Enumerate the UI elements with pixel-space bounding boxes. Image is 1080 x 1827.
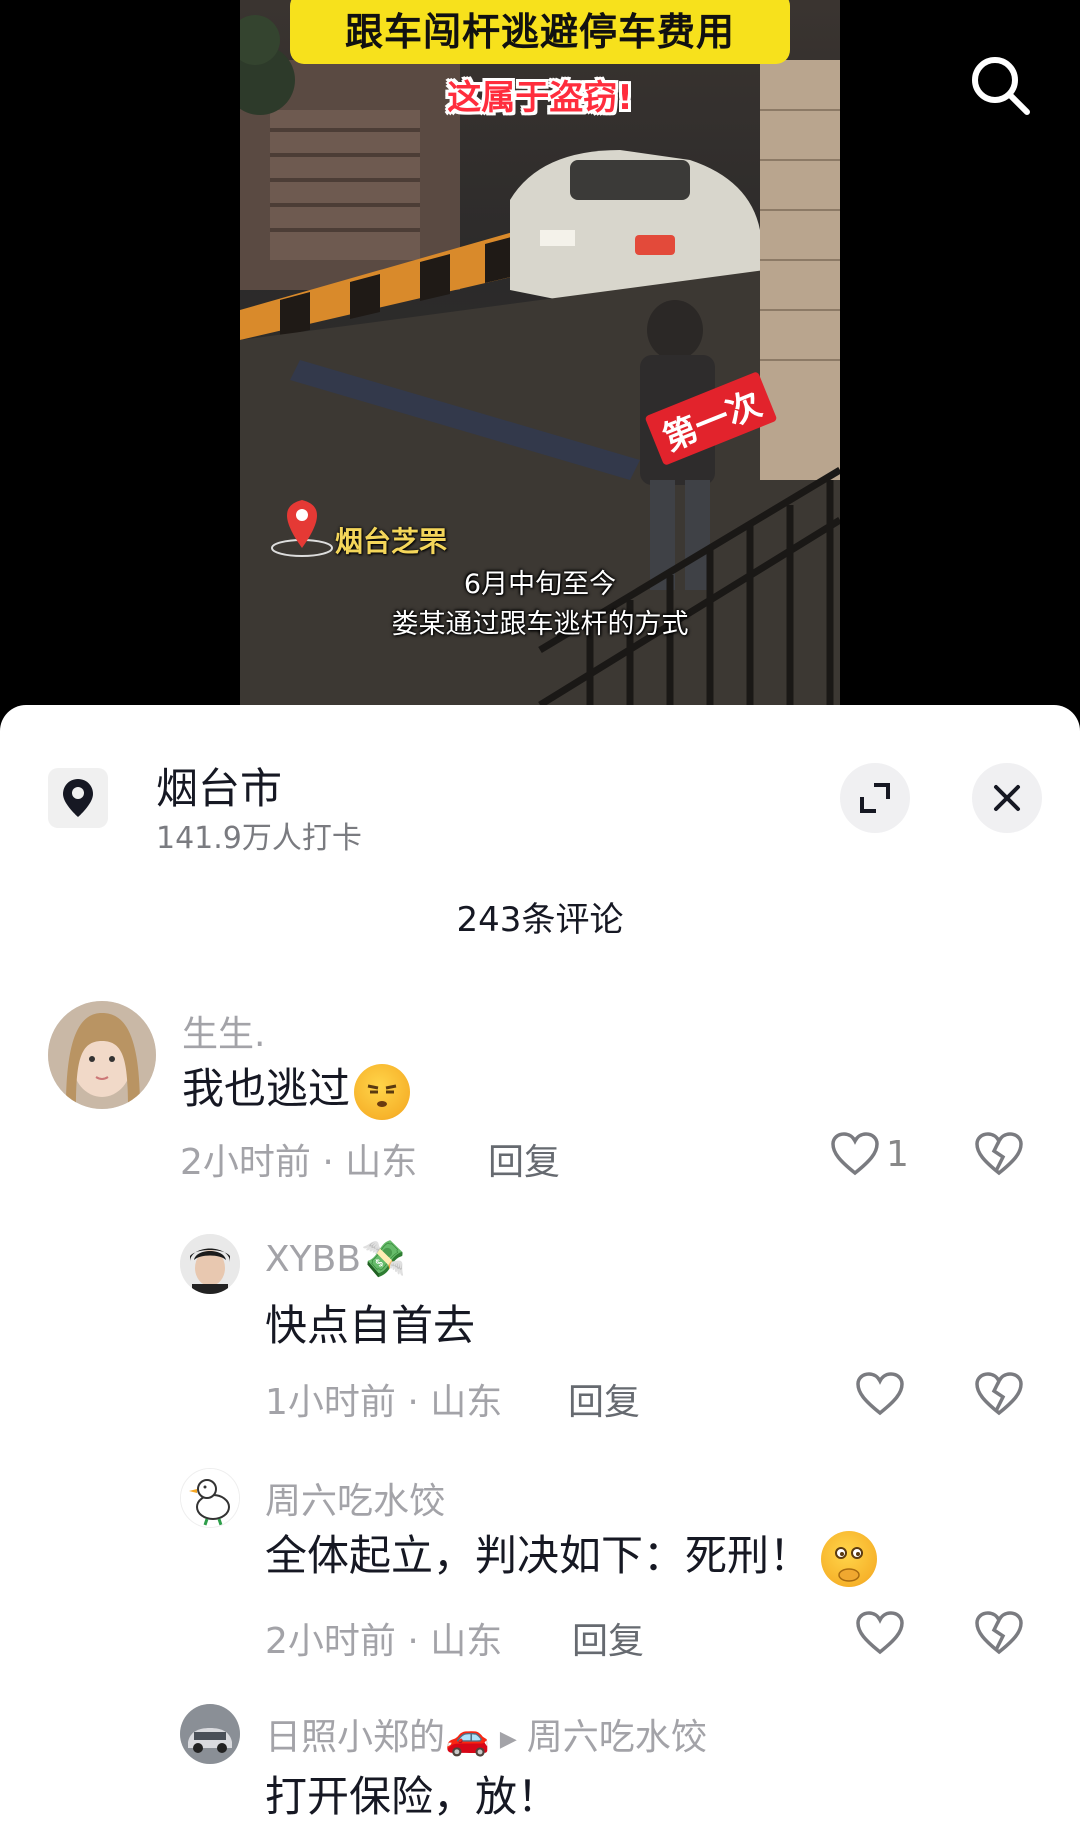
reply-button[interactable]: 回复 bbox=[488, 1133, 560, 1185]
reply-arrow-icon: ▶ bbox=[499, 1726, 517, 1752]
like-button[interactable] bbox=[855, 1371, 905, 1417]
comment-count: 243条评论 bbox=[456, 900, 624, 940]
reply-time: 2小时前 bbox=[265, 1621, 396, 1662]
location-checkins: 141.9万人打卡 bbox=[156, 821, 362, 856]
video-caption-line2: 娄某通过跟车逃杆的方式 bbox=[391, 609, 689, 640]
video-title-banner: 跟车闯杆逃避停车费用 bbox=[290, 0, 790, 64]
like-count: 1 bbox=[886, 1133, 909, 1175]
dislike-button[interactable] bbox=[974, 1371, 1024, 1421]
like-button[interactable] bbox=[855, 1610, 905, 1656]
avatar[interactable] bbox=[180, 1468, 240, 1528]
broken-heart-icon bbox=[975, 1372, 1023, 1416]
search-icon bbox=[972, 57, 1030, 115]
reply-username[interactable]: XYBB💸 bbox=[265, 1238, 406, 1280]
heart-icon bbox=[831, 1132, 879, 1176]
avatar[interactable] bbox=[180, 1234, 240, 1294]
reply-region: 山东 bbox=[430, 1382, 503, 1423]
close-button[interactable] bbox=[972, 763, 1042, 833]
reply-button[interactable]: 回复 bbox=[572, 1612, 644, 1664]
reply-to-username[interactable]: 周六吃水饺 bbox=[527, 1717, 707, 1758]
location-header[interactable]: 烟台市 141.9万人打卡 bbox=[48, 755, 1042, 865]
video-location-tag: 烟台芝罘 bbox=[335, 525, 448, 558]
broken-heart-icon bbox=[975, 1611, 1023, 1655]
smirk-emoji-icon bbox=[354, 1063, 411, 1120]
reply-username[interactable]: 日照小郑的🚗 bbox=[265, 1717, 490, 1758]
meta-separator: · bbox=[395, 1621, 431, 1662]
video-subtitle: 这属于盗窃! bbox=[447, 78, 633, 118]
reply-text: 全体起立，判决如下：死刑！ bbox=[265, 1522, 878, 1587]
video-caption-line1: 6月中旬至今 bbox=[463, 569, 617, 600]
avatar[interactable] bbox=[48, 1001, 156, 1109]
comment-region: 山东 bbox=[345, 1142, 418, 1183]
meta-separator: · bbox=[310, 1142, 346, 1183]
heart-icon bbox=[856, 1372, 904, 1416]
reply-username[interactable]: 周六吃水饺 bbox=[265, 1472, 445, 1524]
reply-region: 山东 bbox=[430, 1621, 503, 1662]
reply-text-body: 全体起立，判决如下：死刑！ bbox=[265, 1531, 812, 1580]
comment-text-body: 我也逃过 bbox=[182, 1064, 351, 1113]
reply-meta: 1小时前 · 山东 bbox=[265, 1373, 502, 1425]
close-icon bbox=[994, 785, 1020, 811]
comment-time: 2小时前 bbox=[180, 1142, 311, 1183]
dislike-button[interactable] bbox=[974, 1131, 1024, 1181]
comment-text: 我也逃过 bbox=[182, 1055, 411, 1120]
video-player[interactable]: 跟车闯杆逃避停车费用 这属于盗窃! 第一次 烟台芝罘 6月中旬至今 娄某通过跟车… bbox=[0, 0, 1080, 720]
dislike-button[interactable] bbox=[974, 1610, 1024, 1660]
video-frame[interactable]: 跟车闯杆逃避停车费用 这属于盗窃! 第一次 烟台芝罘 6月中旬至今 娄某通过跟车… bbox=[240, 0, 840, 705]
expand-icon bbox=[860, 783, 890, 813]
location-name[interactable]: 烟台市 bbox=[156, 755, 282, 816]
reply-button[interactable]: 回复 bbox=[568, 1373, 640, 1425]
reply-meta: 2小时前 · 山东 bbox=[265, 1612, 502, 1664]
reply-text: 快点自首去 bbox=[265, 1301, 476, 1350]
location-pin-icon bbox=[48, 768, 108, 828]
comment-username[interactable]: 生生. bbox=[182, 1005, 265, 1057]
meta-separator: · bbox=[395, 1382, 431, 1423]
thinking-emoji-icon bbox=[821, 1530, 878, 1587]
reply-username-line: 日照小郑的🚗 ▶ 周六吃水饺 bbox=[265, 1708, 707, 1760]
broken-heart-icon bbox=[975, 1132, 1023, 1176]
comment-meta: 2小时前 · 山东 bbox=[180, 1133, 417, 1185]
search-button[interactable] bbox=[965, 50, 1035, 120]
comment-panel: 烟台市 141.9万人打卡 243条评论 生生. 我也逃过 2小时前 · 山东 … bbox=[0, 705, 1080, 1827]
expand-button[interactable] bbox=[840, 763, 910, 833]
like-button[interactable]: 1 bbox=[830, 1131, 909, 1177]
heart-icon bbox=[856, 1611, 904, 1655]
reply-time: 1小时前 bbox=[265, 1382, 396, 1423]
avatar[interactable] bbox=[180, 1704, 240, 1764]
reply-text: 打开保险，放！ bbox=[265, 1772, 560, 1821]
